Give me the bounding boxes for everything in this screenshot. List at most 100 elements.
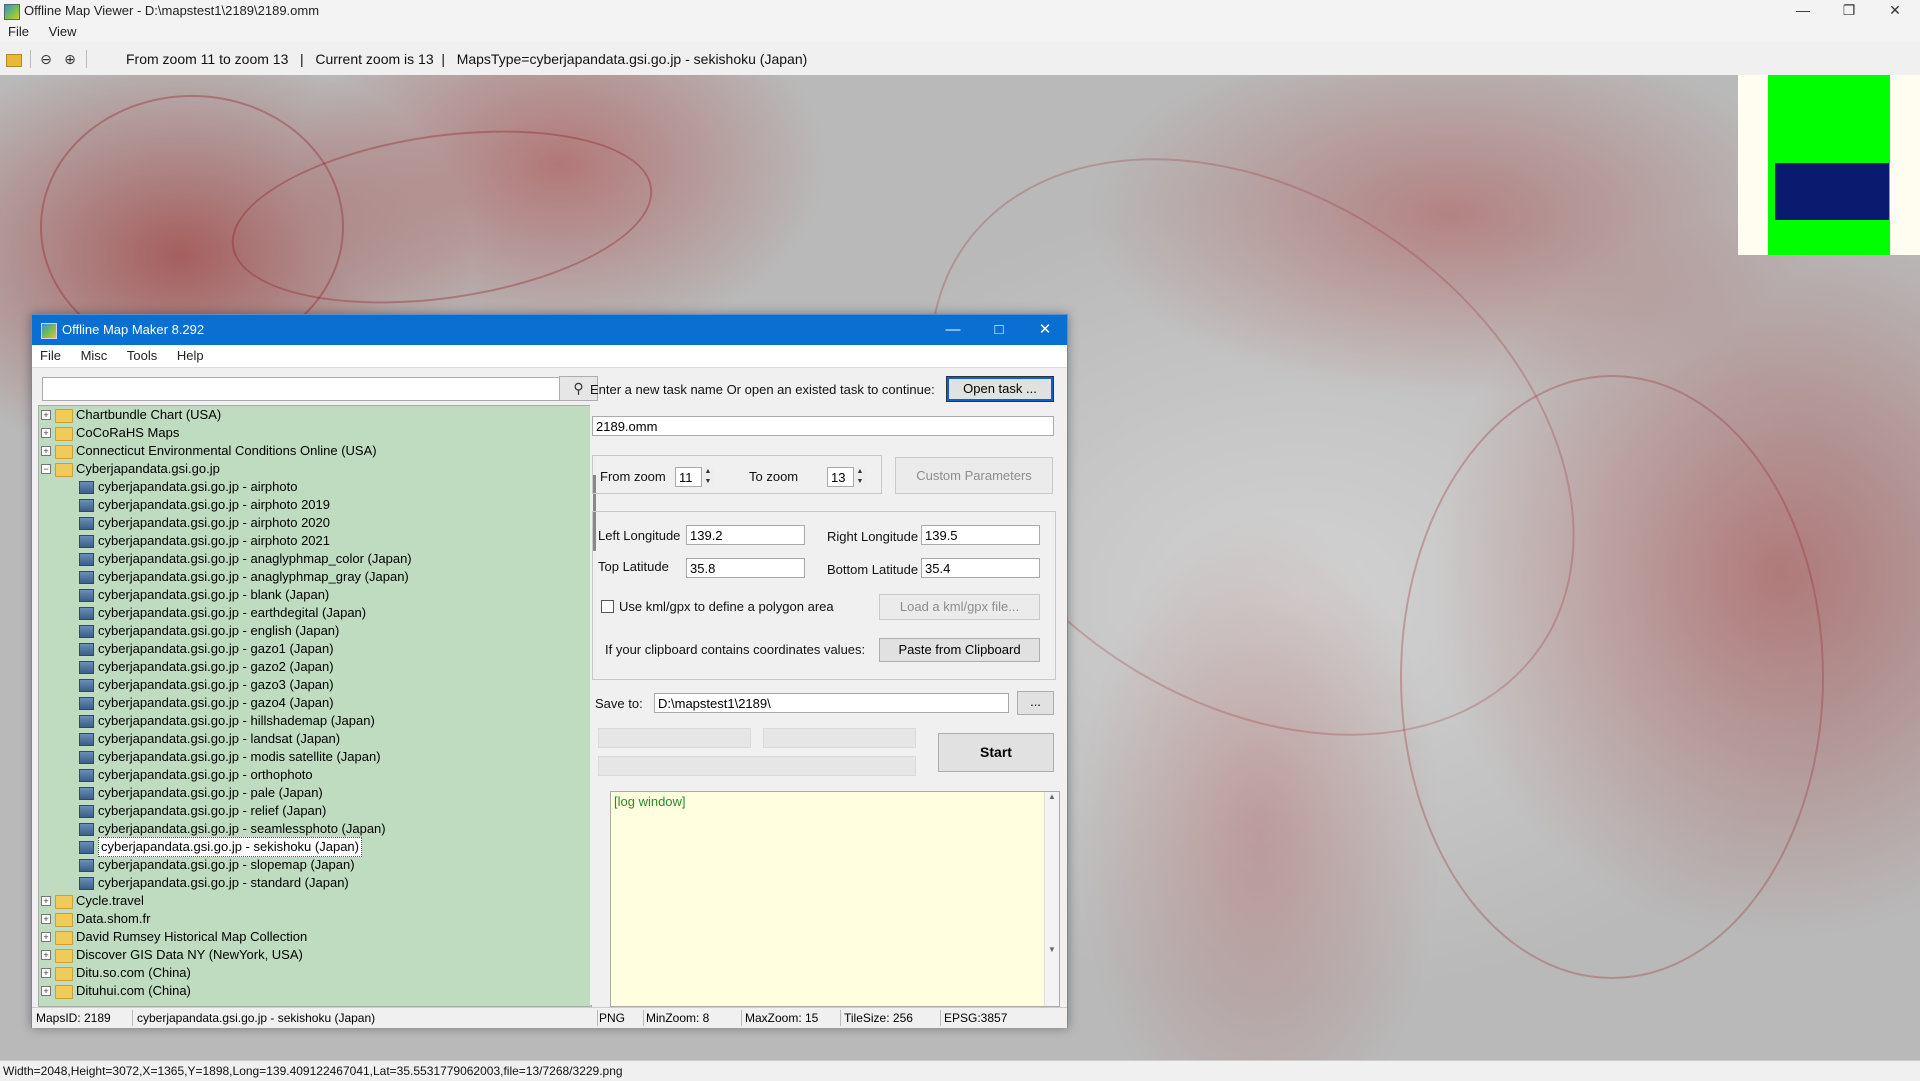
zoom-status-text: From zoom 11 to zoom 13 | Current zoom i… (126, 51, 808, 67)
expand-icon[interactable]: + (41, 446, 51, 456)
tree-map-item[interactable]: cyberjapandata.gsi.go.jp - airphoto 2020 (39, 514, 589, 532)
right-longitude-label: Right Longitude (827, 529, 919, 544)
right-longitude-field[interactable]: 139.5 (921, 525, 1040, 545)
dialog-menu-help[interactable]: Help (169, 345, 212, 366)
tree-folder-node[interactable]: + Connecticut Environmental Conditions On… (39, 442, 589, 460)
expand-icon[interactable]: + (41, 410, 51, 420)
folder-open-icon (55, 463, 73, 477)
tree-map-item[interactable]: cyberjapandata.gsi.go.jp - gazo1 (Japan) (39, 640, 589, 658)
map-search-input[interactable] (42, 377, 561, 401)
expand-icon[interactable]: + (41, 914, 51, 924)
tree-folder-node[interactable]: + Discover GIS Data NY (NewYork, USA) (39, 946, 589, 964)
top-latitude-label: Top Latitude (598, 559, 669, 574)
tree-folder-label: Dituhui.com (China) (76, 983, 191, 998)
expand-icon[interactable]: + (41, 896, 51, 906)
left-longitude-field[interactable]: 139.2 (686, 525, 805, 545)
map-layer-icon (79, 643, 94, 656)
progress-bar (763, 728, 916, 748)
from-zoom-spin-buttons[interactable]: ▲ ▼ (701, 467, 714, 487)
tree-map-item[interactable]: cyberjapandata.gsi.go.jp - relief (Japan… (39, 802, 589, 820)
save-to-label: Save to: (595, 696, 643, 711)
tree-folder-node[interactable]: + Chartbundle Chart (USA) (39, 406, 589, 424)
expand-icon[interactable]: + (41, 986, 51, 996)
dialog-menu-misc[interactable]: Misc (73, 345, 116, 366)
expand-icon[interactable]: + (41, 932, 51, 942)
menu-file[interactable]: File (0, 22, 37, 41)
close-button[interactable]: ✕ (1872, 0, 1918, 22)
from-zoom-label: From zoom (600, 469, 666, 484)
overview-minimap[interactable] (1738, 75, 1920, 255)
zoom-in-icon[interactable]: ⊕ (62, 51, 78, 67)
bottom-latitude-field[interactable]: 35.4 (921, 558, 1040, 578)
clipboard-label: If your clipboard contains coordinates v… (605, 642, 866, 657)
task-name-field[interactable]: 2189.omm (592, 416, 1054, 436)
open-task-button[interactable]: Open task ... (946, 376, 1054, 402)
toolbar-separator (30, 50, 31, 68)
tree-map-item[interactable]: cyberjapandata.gsi.go.jp - sekishoku (Ja… (39, 837, 589, 857)
load-kml-button[interactable]: Load a kml/gpx file... (879, 594, 1040, 620)
maximize-button[interactable]: ❐ (1826, 0, 1872, 22)
open-folder-icon[interactable] (6, 54, 22, 67)
tree-map-item[interactable]: cyberjapandata.gsi.go.jp - pale (Japan) (39, 784, 589, 802)
browse-folder-button[interactable]: ... (1017, 691, 1054, 715)
tree-map-item[interactable]: cyberjapandata.gsi.go.jp - landsat (Japa… (39, 730, 589, 748)
tree-folder-node[interactable]: + Cycle.travel (39, 892, 589, 910)
tree-map-item[interactable]: cyberjapandata.gsi.go.jp - slopemap (Jap… (39, 856, 589, 874)
minimap-viewport-rect[interactable] (1775, 163, 1889, 220)
tree-folder-node[interactable]: + Ditu.so.com (China) (39, 964, 589, 982)
tree-folder-node[interactable]: + CoCoRaHS Maps (39, 424, 589, 442)
dialog-menu-tools[interactable]: Tools (119, 345, 165, 366)
map-layer-icon (79, 859, 94, 872)
start-button[interactable]: Start (938, 733, 1054, 772)
tree-map-item[interactable]: cyberjapandata.gsi.go.jp - airphoto (39, 478, 589, 496)
tree-map-item[interactable]: cyberjapandata.gsi.go.jp - anaglyphmap_g… (39, 568, 589, 586)
map-layer-icon (79, 769, 94, 782)
tree-map-item[interactable]: cyberjapandata.gsi.go.jp - airphoto 2019 (39, 496, 589, 514)
tree-map-item[interactable]: cyberjapandata.gsi.go.jp - gazo4 (Japan) (39, 694, 589, 712)
collapse-icon[interactable]: − (41, 464, 51, 474)
tree-map-item[interactable]: cyberjapandata.gsi.go.jp - hillshademap … (39, 712, 589, 730)
tree-map-item[interactable]: cyberjapandata.gsi.go.jp - gazo3 (Japan) (39, 676, 589, 694)
tree-map-item[interactable]: cyberjapandata.gsi.go.jp - blank (Japan) (39, 586, 589, 604)
map-layer-icon (79, 589, 94, 602)
tree-map-item[interactable]: cyberjapandata.gsi.go.jp - seamlessphoto… (39, 820, 589, 838)
expand-icon[interactable]: + (41, 950, 51, 960)
paste-clipboard-button[interactable]: Paste from Clipboard (879, 638, 1040, 662)
tree-map-item[interactable]: cyberjapandata.gsi.go.jp - english (Japa… (39, 622, 589, 640)
dialog-minimize-button[interactable]: — (930, 315, 976, 345)
tree-folder-node[interactable]: − Cyberjapandata.gsi.go.jp (39, 460, 589, 478)
tree-map-item[interactable]: cyberjapandata.gsi.go.jp - airphoto 2021 (39, 532, 589, 550)
dialog-maximize-button[interactable]: □ (976, 315, 1022, 345)
zoom-out-icon[interactable]: ⊖ (38, 51, 54, 67)
save-path-field[interactable]: D:\mapstest1\2189\ (654, 693, 1009, 713)
dialog-close-button[interactable]: ✕ (1022, 315, 1068, 345)
expand-icon[interactable]: + (41, 428, 51, 438)
custom-parameters-button[interactable]: Custom Parameters (895, 457, 1053, 494)
bottom-latitude-label: Bottom Latitude (827, 562, 919, 577)
map-layer-icon (79, 751, 94, 764)
tree-folder-label: Discover GIS Data NY (NewYork, USA) (76, 947, 303, 962)
dialog-menu-file[interactable]: File (32, 345, 69, 366)
tree-map-item[interactable]: cyberjapandata.gsi.go.jp - modis satelli… (39, 748, 589, 766)
tree-folder-node[interactable]: + Dituhui.com (China) (39, 982, 589, 1000)
tree-map-item[interactable]: cyberjapandata.gsi.go.jp - anaglyphmap_c… (39, 550, 589, 568)
top-latitude-field[interactable]: 35.8 (686, 558, 805, 578)
tree-map-item[interactable]: cyberjapandata.gsi.go.jp - gazo2 (Japan) (39, 658, 589, 676)
tree-folder-node[interactable]: + Data.shom.fr (39, 910, 589, 928)
use-kml-checkbox[interactable] (601, 600, 614, 613)
minimize-button[interactable]: — (1780, 0, 1826, 22)
tree-map-item[interactable]: cyberjapandata.gsi.go.jp - orthophoto (39, 766, 589, 784)
log-window[interactable]: [log window] ▲ ▼ (610, 791, 1060, 1007)
status-epsg: EPSG:3857 (944, 1011, 1008, 1025)
map-source-tree[interactable]: + Chartbundle Chart (USA) + CoCoRaHS Maps + C… (38, 405, 592, 1007)
tree-map-item[interactable]: cyberjapandata.gsi.go.jp - standard (Jap… (39, 874, 589, 892)
tree-folder-label: Connecticut Environmental Conditions Onl… (76, 443, 377, 458)
map-layer-icon (79, 607, 94, 620)
to-zoom-spin-buttons[interactable]: ▲ ▼ (853, 467, 866, 487)
log-scrollbar[interactable]: ▲ ▼ (1044, 792, 1059, 1006)
tree-map-item[interactable]: cyberjapandata.gsi.go.jp - earthdegital … (39, 604, 589, 622)
tree-folder-node[interactable]: + David Rumsey Historical Map Collection (39, 928, 589, 946)
expand-icon[interactable]: + (41, 968, 51, 978)
window-title: Offline Map Viewer - D:\mapstest1\2189\2… (24, 3, 320, 18)
menu-view[interactable]: View (41, 22, 85, 41)
